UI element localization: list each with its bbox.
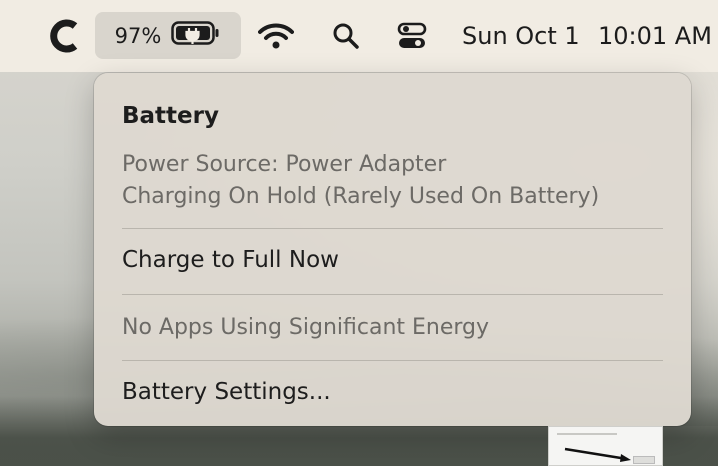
menubar-date[interactable]: Sun Oct 1: [462, 18, 580, 54]
energy-usage-status: No Apps Using Significant Energy: [122, 315, 490, 340]
menu-divider: [122, 228, 663, 229]
wifi-icon[interactable]: [256, 18, 296, 54]
menubar-time[interactable]: 10:01 AM: [598, 18, 712, 54]
battery-percent: 97%: [114, 23, 162, 48]
menu-divider: [122, 360, 663, 361]
menu-divider: [122, 294, 663, 295]
c-app-icon[interactable]: [46, 14, 82, 58]
battery-menu-title: Battery: [122, 103, 219, 129]
power-source-text: Power Source: Power Adapter: [122, 152, 447, 177]
battery-menu: Battery Power Source: Power Adapter Char…: [94, 73, 691, 426]
battery-settings-item[interactable]: Battery Settings...: [122, 379, 331, 405]
battery-charging-icon: [171, 20, 221, 52]
battery-status-item[interactable]: 97%: [95, 12, 241, 59]
charge-to-full-now-item[interactable]: Charge to Full Now: [122, 247, 339, 273]
control-center-icon[interactable]: [393, 18, 431, 54]
thumbnail-arrow-icon: [564, 447, 631, 462]
thumbnail-text-line: [557, 433, 617, 435]
search-icon[interactable]: [328, 18, 364, 54]
thumbnail-button: [633, 456, 655, 464]
charging-status-text: Charging On Hold (Rarely Used On Battery…: [122, 184, 600, 209]
screenshot-thumbnail[interactable]: [548, 426, 663, 466]
menu-bar: 97% Sun Oct 1 10:01 AM: [0, 0, 718, 72]
